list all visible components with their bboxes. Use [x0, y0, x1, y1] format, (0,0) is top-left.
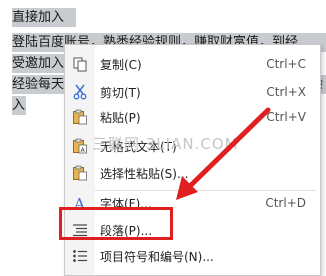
annotation-arrow [176, 107, 271, 200]
